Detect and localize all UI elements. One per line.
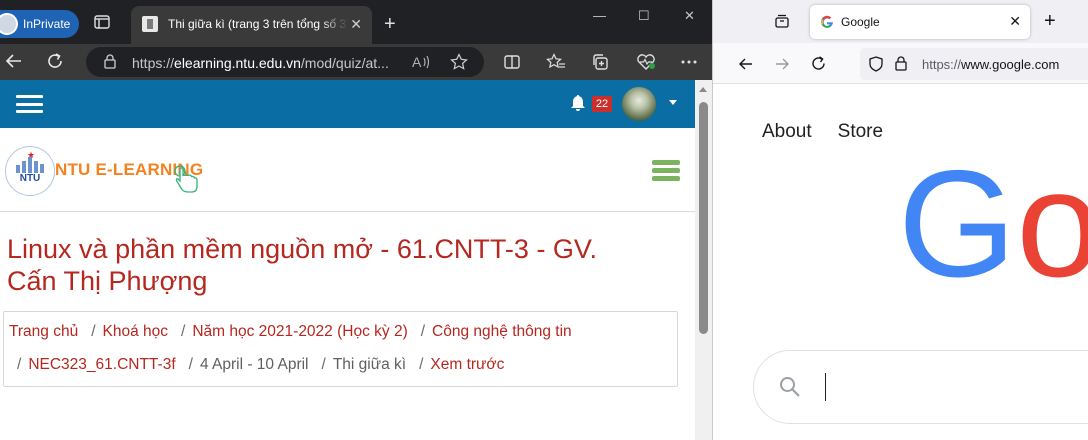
edge-vertical-scrollbar[interactable] [695, 80, 712, 440]
ntu-drawer-toggle-icon[interactable] [16, 95, 43, 113]
forward-arrow-icon[interactable] [774, 56, 790, 72]
breadcrumb-quiz: Thi giữa kì [332, 356, 407, 373]
firefox-tab-bar: Google ✕ + [713, 0, 1088, 43]
ntu-main-menu-icon[interactable] [652, 160, 680, 181]
firefox-tab-title: Google [841, 15, 880, 29]
new-tab-icon[interactable]: + [1044, 11, 1056, 31]
breadcrumb-home[interactable]: Trang chủ [9, 323, 78, 341]
pointing-hand-icon [173, 164, 203, 194]
split-screen-icon[interactable] [503, 53, 521, 71]
google-logo-letter: o [1016, 139, 1088, 309]
close-tab-icon[interactable]: ✕ [1009, 13, 1021, 30]
breadcrumb-preview[interactable]: Xem trước [430, 356, 504, 374]
ntu-top-navbar: 22 [0, 80, 695, 128]
header-divider [0, 211, 695, 212]
edge-toolbar: https://elearning.ntu.edu.vn/mod/quiz/at… [0, 44, 712, 80]
favorites-icon[interactable] [546, 53, 566, 71]
firefox-view-icon[interactable] [774, 13, 790, 29]
breadcrumb-week: 4 April - 10 April [199, 356, 309, 373]
notifications-bell-icon[interactable] [570, 94, 586, 112]
more-icon[interactable] [681, 60, 697, 64]
close-tab-icon[interactable]: ✕ [350, 16, 362, 33]
page-favicon-icon [142, 16, 158, 32]
breadcrumb-year[interactable]: Năm học 2021-2022 (Học kỳ 2) [192, 323, 407, 341]
edge-active-tab[interactable]: Thi giữa kì (trang 3 trên tổng số 3) ✕ [131, 6, 372, 44]
firefox-address-bar[interactable]: https://www.google.com [860, 48, 1088, 80]
collections-icon[interactable] [591, 53, 609, 71]
edge-tab-strip: InPrivate Thi giữa kì (trang 3 trên tổng… [0, 0, 712, 44]
browser-essentials-icon[interactable] [636, 53, 656, 71]
read-aloud-icon[interactable]: A [411, 53, 431, 71]
maximize-icon[interactable]: ☐ [638, 8, 650, 24]
scroll-up-arrow-icon[interactable] [699, 87, 707, 92]
tab-actions-icon[interactable] [94, 15, 110, 29]
logo-mini-text: NTU [19, 173, 41, 184]
back-arrow-icon[interactable] [5, 52, 23, 70]
edge-url-text: https://elearning.ntu.edu.vn/mod/quiz/at… [132, 55, 389, 71]
about-link[interactable]: About [762, 121, 812, 142]
ntu-elearning-page: 22 ★ NTU NTU E-LEARNING Linux và phần mề… [0, 80, 695, 440]
breadcrumb-separator: / [420, 323, 426, 340]
breadcrumb-line-1: Trang chủ / Khoá học / Năm học 2021-2022 (Họ… [9, 323, 572, 341]
google-favicon-icon [820, 15, 834, 29]
edge-address-bar[interactable]: https://elearning.ntu.edu.vn/mod/quiz/at… [86, 47, 484, 77]
breadcrumb-course-code[interactable]: NEC323_61.CNTT-3f [28, 356, 175, 374]
refresh-icon[interactable] [46, 52, 64, 70]
logo-bars-icon [16, 157, 46, 173]
breadcrumb-line-2: / NEC323_61.CNTT-3f / 4 April - 10 April / Th… [4, 356, 504, 374]
breadcrumb-separator: / [17, 356, 22, 373]
breadcrumb-department[interactable]: Công nghệ thông tin [432, 323, 572, 341]
reload-icon[interactable] [810, 55, 827, 72]
breadcrumb-separator: / [181, 323, 186, 340]
lock-icon[interactable] [895, 56, 907, 71]
notification-count-badge: 22 [592, 96, 612, 112]
google-logo: Goo [898, 148, 1088, 300]
text-cursor [825, 373, 826, 401]
back-arrow-icon[interactable] [738, 56, 754, 72]
profile-avatar [0, 13, 18, 35]
minimize-icon[interactable]: ― [593, 8, 606, 23]
course-title: Linux và phần mềm nguồn mở - 61.CNTT-3 -… [7, 234, 597, 296]
firefox-window: Google ✕ + https://www.google.com About S… [713, 0, 1088, 440]
breadcrumb: Trang chủ / Khoá học / Năm học 2021-2022 (Họ… [3, 311, 678, 387]
firefox-nav-bar: https://www.google.com [713, 43, 1088, 84]
breadcrumb-separator: / [91, 323, 96, 340]
google-logo-letter: G [898, 139, 1017, 309]
window-close-icon[interactable]: ✕ [684, 8, 695, 24]
firefox-url-text: https://www.google.com [922, 57, 1060, 72]
new-tab-icon[interactable]: + [384, 14, 396, 34]
ntu-logo-badge[interactable]: ★ NTU [5, 146, 55, 196]
breadcrumb-courses[interactable]: Khoá học [103, 323, 169, 341]
store-link[interactable]: Store [838, 121, 883, 142]
breadcrumb-separator: / [188, 356, 193, 373]
scroll-thumb[interactable] [699, 102, 708, 334]
firefox-active-tab[interactable]: Google ✕ [810, 5, 1030, 39]
edge-window: InPrivate Thi giữa kì (trang 3 trên tổng… [0, 0, 712, 440]
svg-text:A: A [412, 54, 422, 70]
lock-icon[interactable] [104, 54, 116, 69]
search-icon [778, 375, 802, 399]
google-search-box[interactable] [753, 350, 1088, 424]
inprivate-badge[interactable]: InPrivate [0, 10, 79, 38]
edge-tab-title: Thi giữa kì (trang 3 trên tổng số 3) [168, 17, 348, 31]
inprivate-label: InPrivate [23, 17, 71, 31]
user-menu-caret-icon[interactable] [669, 100, 677, 105]
tracking-protection-shield-icon[interactable] [869, 56, 883, 72]
add-favorite-star-icon[interactable] [450, 53, 468, 71]
breadcrumb-separator: / [321, 356, 326, 373]
breadcrumb-separator: / [419, 356, 424, 373]
user-avatar[interactable] [622, 87, 656, 121]
google-top-links: About Store [762, 121, 909, 143]
